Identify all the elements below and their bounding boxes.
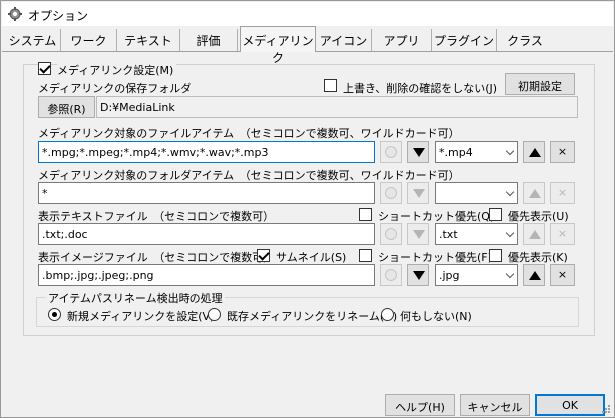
folder-items-label: メディアリンク対象のフォルダアイテム （セミコロンで複数可、ワイルドカード可）	[38, 169, 460, 182]
arrow-up-icon	[529, 148, 541, 157]
medialink-enable-label: メディアリンク設定(M)	[57, 62, 177, 78]
text-file-insert-button[interactable]	[407, 223, 429, 245]
window-title: オプション	[28, 9, 89, 23]
medialink-enable-checkbox[interactable]	[38, 62, 51, 75]
circle-icon	[385, 269, 397, 281]
arrow-down-icon	[413, 148, 425, 157]
image-priority-label: 優先表示(K)	[508, 251, 568, 264]
rename-detection-group-title: アイテムパスリネーム検出時の処理	[46, 290, 225, 306]
text-file-combo[interactable]: .txt	[435, 223, 518, 245]
folder-items-combo[interactable]	[435, 182, 518, 204]
browse-button[interactable]: 参照(R)	[38, 96, 95, 118]
rename-option-none-radio[interactable]	[381, 308, 394, 321]
arrow-up-icon	[529, 189, 541, 198]
arrow-up-icon	[529, 230, 541, 239]
title-bar[interactable]: オプション	[2, 2, 613, 26]
save-folder-field[interactable]: D:¥MediaLink	[96, 96, 578, 118]
folder-items-up-button[interactable]	[523, 182, 545, 204]
image-shortcut-checkbox[interactable]	[359, 249, 372, 262]
file-items-up-button[interactable]	[523, 141, 545, 163]
rename-option-none-label: 何もしない(N)	[400, 310, 472, 323]
file-items-add-button[interactable]	[380, 141, 402, 163]
image-file-insert-button[interactable]	[407, 264, 429, 286]
circle-icon	[385, 187, 397, 199]
tab-class[interactable]: クラス	[497, 29, 553, 51]
file-items-label: メディアリンク対象のファイルアイテム （セミコロンで複数可、ワイルドカード可）	[38, 127, 460, 140]
rename-option-rename-label: 既存メディアリンクをリネーム(O)	[227, 310, 398, 323]
reset-defaults-button[interactable]: 初期設定	[505, 73, 575, 95]
image-file-up-button[interactable]	[523, 264, 545, 286]
image-file-delete-button[interactable]: ×	[550, 264, 575, 286]
close-icon: ×	[557, 227, 568, 240]
text-file-delete-button[interactable]: ×	[550, 223, 575, 245]
tab-system[interactable]: システム	[5, 29, 61, 51]
folder-items-delete-button[interactable]: ×	[550, 182, 575, 204]
cancel-button[interactable]: キャンセル	[460, 394, 530, 416]
close-icon: ×	[557, 268, 568, 281]
image-file-label: 表示イメージファイル （セミコロンで複数可）	[38, 251, 275, 264]
folder-items-insert-button[interactable]	[407, 182, 429, 204]
tab-rating[interactable]: 評価	[180, 29, 238, 51]
resize-grip-icon[interactable]	[601, 404, 611, 414]
text-file-up-button[interactable]	[523, 223, 545, 245]
text-priority-label: 優先表示(U)	[508, 210, 569, 223]
tab-icon[interactable]: アイコン	[316, 29, 372, 51]
ok-button[interactable]: OK	[535, 394, 605, 416]
image-file-add-button[interactable]	[380, 264, 402, 286]
help-button[interactable]: ヘルプ(H)	[385, 394, 455, 416]
folder-items-field[interactable]: *	[38, 182, 375, 204]
no-confirm-checkbox[interactable]	[324, 79, 337, 92]
thumbnail-label: サムネイル(S)	[276, 251, 347, 264]
tab-app[interactable]: アプリ	[372, 29, 432, 51]
circle-icon	[385, 146, 397, 158]
text-shortcut-checkbox[interactable]	[359, 208, 372, 221]
circle-icon	[385, 228, 397, 240]
chevron-down-icon	[505, 146, 515, 156]
file-items-combo-value: *.mp4	[439, 146, 473, 159]
text-file-add-button[interactable]	[380, 223, 402, 245]
thumbnail-checkbox[interactable]	[257, 249, 270, 262]
options-dialog: オプション システム ワーク テキスト 評価 メディアリンク アイコン アプリ …	[0, 0, 615, 418]
tab-medialink[interactable]: メディアリンク	[240, 26, 316, 65]
save-folder-label: メディアリンクの保存フォルダ	[38, 82, 192, 95]
text-file-label: 表示テキストファイル （セミコロンで複数可）	[38, 210, 275, 223]
tab-plugin[interactable]: プラグイン	[432, 29, 497, 51]
chevron-down-icon	[505, 269, 515, 279]
gear-icon	[8, 7, 22, 21]
rename-option-new-label: 新規メディアリンクを設定(V)	[67, 310, 215, 323]
image-file-field[interactable]: .bmp;.jpg;.jpeg;.png	[38, 264, 375, 286]
chevron-down-icon	[505, 187, 515, 197]
image-shortcut-label: ショートカット優先(F)	[378, 251, 492, 264]
folder-items-add-button[interactable]	[380, 182, 402, 204]
close-icon: ×	[557, 145, 568, 158]
file-items-combo[interactable]: *.mp4	[435, 141, 518, 163]
image-file-combo[interactable]: .jpg	[435, 264, 518, 286]
arrow-down-icon	[413, 189, 425, 198]
rename-option-rename-radio[interactable]	[208, 308, 221, 321]
arrow-up-icon	[529, 271, 541, 280]
file-items-insert-button[interactable]	[407, 141, 429, 163]
file-items-field[interactable]: *.mpg;*.mpeg;*.mp4;*.wmv;*.wav;*.mp3	[38, 141, 375, 163]
image-file-combo-value: .jpg	[439, 269, 460, 282]
tab-text[interactable]: テキスト	[117, 29, 180, 51]
image-priority-checkbox[interactable]	[489, 249, 502, 262]
file-items-delete-button[interactable]: ×	[550, 141, 575, 163]
arrow-down-icon	[413, 271, 425, 280]
text-shortcut-label: ショートカット優先(Q)	[378, 210, 495, 223]
tab-work[interactable]: ワーク	[61, 29, 117, 51]
text-file-combo-value: .txt	[439, 228, 458, 241]
text-priority-checkbox[interactable]	[489, 208, 502, 221]
rename-option-new-radio[interactable]	[48, 308, 61, 321]
chevron-down-icon	[505, 228, 515, 238]
text-file-field[interactable]: .txt;.doc	[38, 223, 375, 245]
no-confirm-label: 上書き、削除の確認をしない(J)	[343, 82, 498, 95]
close-icon: ×	[557, 186, 568, 199]
arrow-down-icon	[413, 230, 425, 239]
